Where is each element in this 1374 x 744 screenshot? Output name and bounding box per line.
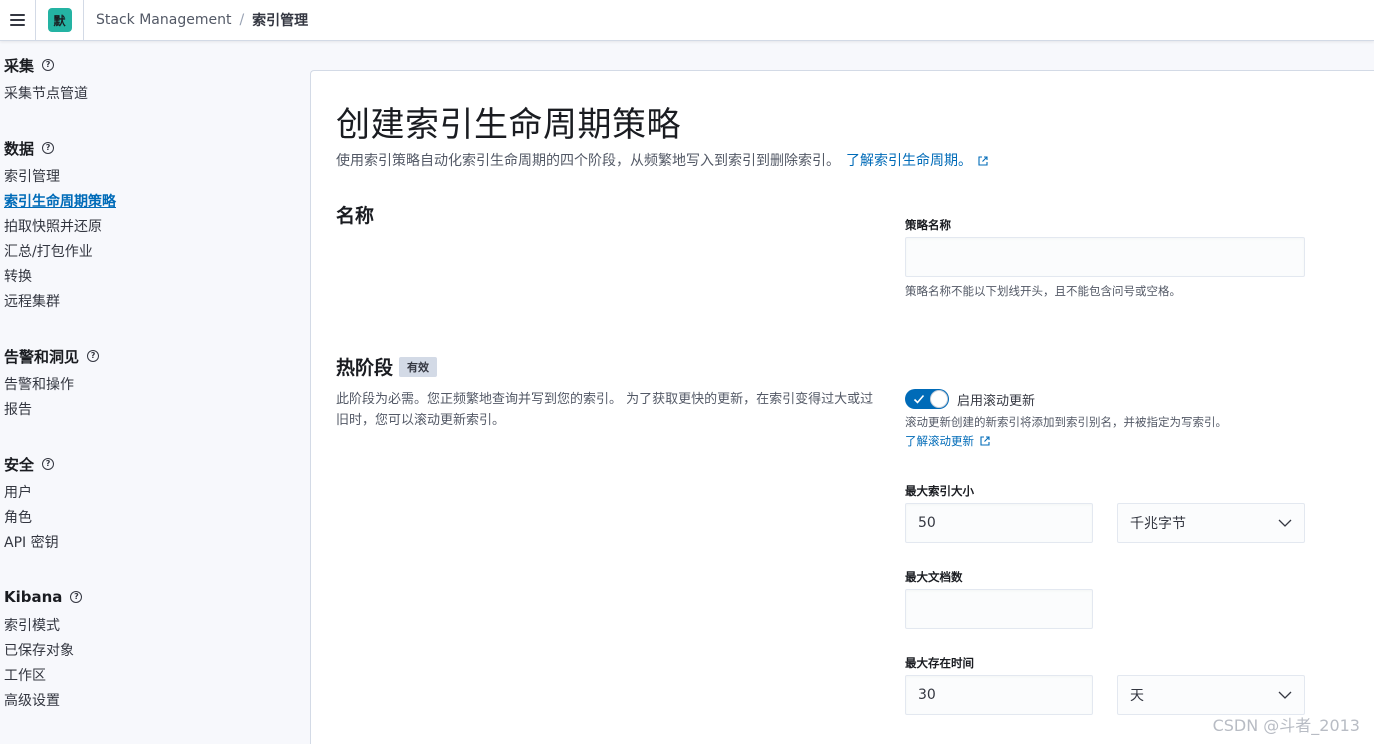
rollover-help: 滚动更新创建的新索引将添加到索引别名，并被指定为写索引。 — [905, 415, 1227, 429]
help-icon[interactable]: ? — [70, 591, 83, 603]
max-size-label: 最大索引大小 — [905, 484, 974, 498]
chevron-down-icon — [1278, 519, 1292, 527]
watermark: CSDN @斗者_2013 — [1212, 716, 1360, 735]
sidebar-nav: 采集? 采集节点管道 数据? 索引管理 索引生命周期策略 拍取快照并还原 汇总/… — [0, 41, 310, 744]
breadcrumb-separator: / — [239, 12, 245, 28]
policy-name-label: 策略名称 — [905, 218, 951, 232]
sidebar-item-users[interactable]: 用户 — [4, 481, 310, 506]
help-icon[interactable]: ? — [42, 458, 55, 470]
page-description: 使用索引策略自动化索引生命周期的四个阶段，从频繁地写入到索引到删除索引。 了解索引… — [336, 150, 988, 170]
learn-rollover-link-text: 了解滚动更新 — [905, 434, 974, 448]
max-docs-label: 最大文档数 — [905, 570, 963, 584]
sidebar-item-rollup-jobs[interactable]: 汇总/打包作业 — [4, 240, 310, 265]
chevron-down-icon — [1278, 691, 1292, 699]
max-age-label: 最大存在时间 — [905, 656, 974, 670]
nav-group-data: 数据? 索引管理 索引生命周期策略 拍取快照并还原 汇总/打包作业 转换 远程集… — [4, 139, 310, 315]
rollover-toggle-row: 启用滚动更新 — [905, 389, 1035, 409]
nav-group-title: 安全 — [4, 455, 35, 474]
sidebar-item-transforms[interactable]: 转换 — [4, 265, 310, 290]
sidebar-item-advanced-settings[interactable]: 高级设置 — [4, 689, 310, 714]
menu-toggle-button[interactable] — [0, 0, 36, 41]
sidebar-item-ingest-pipelines[interactable]: 采集节点管道 — [4, 82, 310, 107]
breadcrumb: Stack Management / 索引管理 — [84, 10, 308, 30]
hot-phase-title: 热阶段 有效 — [336, 353, 438, 380]
sidebar-item-snapshot-restore[interactable]: 拍取快照并还原 — [4, 215, 310, 240]
sidebar-item-workspaces[interactable]: 工作区 — [4, 664, 310, 689]
breadcrumb-current: 索引管理 — [252, 13, 309, 29]
check-icon — [913, 394, 925, 404]
hot-phase-title-text: 热阶段 — [336, 357, 394, 379]
page-description-text: 使用索引策略自动化索引生命周期的四个阶段，从频繁地写入到索引到删除索引。 — [336, 153, 840, 169]
hot-phase-description: 此阶段为必需。您正频繁地查询并写到您的索引。 为了获取更快的更新，在索引变得过大… — [336, 392, 874, 428]
nav-group-kibana: Kibana? 索引模式 已保存对象 工作区 高级设置 — [4, 588, 310, 714]
max-size-unit-value: 千兆字节 — [1130, 516, 1186, 532]
toggle-knob — [930, 390, 948, 408]
breadcrumb-stack-management[interactable]: Stack Management — [96, 12, 231, 28]
max-size-unit-select[interactable]: 千兆字节 — [1117, 503, 1305, 543]
sidebar-item-roles[interactable]: 角色 — [4, 506, 310, 531]
sidebar-item-remote-clusters[interactable]: 远程集群 — [4, 290, 310, 315]
help-icon[interactable]: ? — [42, 59, 55, 71]
nav-group-title: 采集 — [4, 56, 35, 75]
learn-ilm-link[interactable]: 了解索引生命周期。 — [846, 153, 972, 169]
top-header: 默 Stack Management / 索引管理 — [0, 0, 1374, 41]
policy-name-help: 策略名称不能以下划线开头，且不能包含问号或空格。 — [905, 284, 1181, 298]
sidebar-item-ilm-policies[interactable]: 索引生命周期策略 — [4, 190, 310, 215]
rollover-toggle-switch[interactable] — [905, 389, 949, 409]
sidebar-item-index-patterns[interactable]: 索引模式 — [4, 614, 310, 639]
policy-name-input[interactable] — [905, 237, 1305, 277]
external-link-icon — [980, 436, 990, 446]
max-age-input[interactable]: 30 — [905, 675, 1093, 715]
max-docs-input[interactable] — [905, 589, 1093, 629]
sidebar-item-alerts-actions[interactable]: 告警和操作 — [4, 373, 310, 398]
nav-group-title: Kibana — [4, 588, 63, 606]
max-size-input[interactable]: 50 — [905, 503, 1093, 543]
sidebar-item-index-management[interactable]: 索引管理 — [4, 165, 310, 190]
status-badge: 有效 — [399, 357, 438, 377]
sidebar-item-api-keys[interactable]: API 密钥 — [4, 531, 310, 556]
nav-group-ingest: 采集? 采集节点管道 — [4, 56, 310, 107]
external-link-icon — [978, 156, 988, 166]
nav-group-title: 数据 — [4, 139, 35, 158]
page-title: 创建索引生命周期策略 — [336, 105, 681, 145]
help-icon[interactable]: ? — [42, 142, 55, 154]
sidebar-item-saved-objects[interactable]: 已保存对象 — [4, 639, 310, 664]
name-section-title: 名称 — [336, 205, 375, 227]
nav-group-title: 告警和洞见 — [4, 347, 80, 366]
nav-group-security: 安全? 用户 角色 API 密钥 — [4, 455, 310, 556]
help-icon[interactable]: ? — [87, 350, 100, 362]
max-age-unit-select[interactable]: 天 — [1117, 675, 1305, 715]
space-selector[interactable]: 默 — [36, 0, 84, 41]
rollover-toggle-label: 启用滚动更新 — [957, 393, 1036, 409]
learn-rollover-link[interactable]: 了解滚动更新 — [905, 433, 990, 449]
hamburger-icon — [10, 14, 25, 26]
main-panel: 创建索引生命周期策略 使用索引策略自动化索引生命周期的四个阶段，从频繁地写入到索… — [310, 70, 1374, 744]
sidebar-item-reporting[interactable]: 报告 — [4, 398, 310, 423]
space-avatar: 默 — [47, 8, 72, 32]
nav-group-alerts: 告警和洞见? 告警和操作 报告 — [4, 347, 310, 423]
max-age-unit-value: 天 — [1130, 688, 1144, 704]
